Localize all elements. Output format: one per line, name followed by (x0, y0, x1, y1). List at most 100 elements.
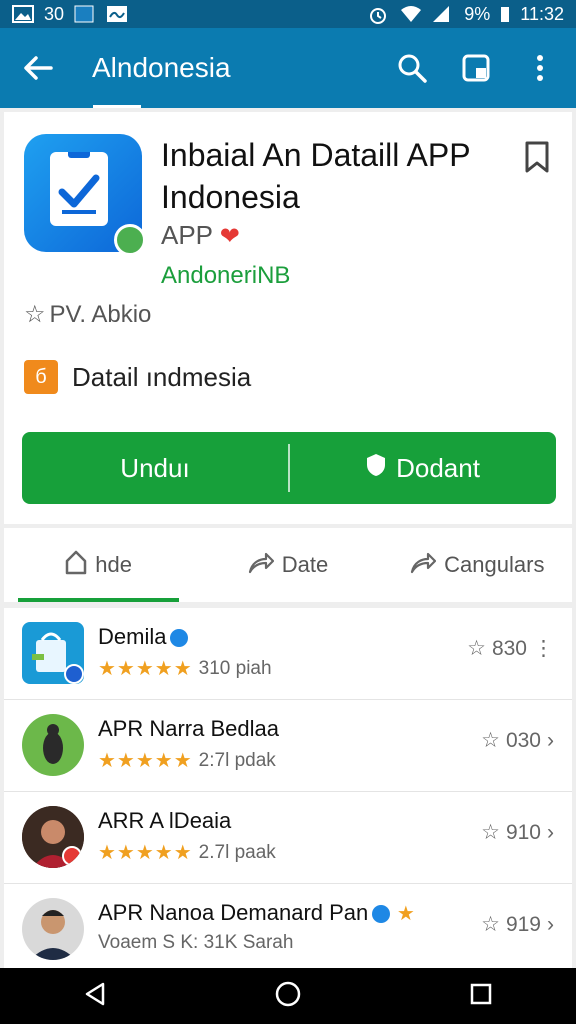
system-nav-bar (0, 968, 576, 1024)
app-type-label: APP (161, 220, 213, 250)
search-icon[interactable] (390, 46, 434, 90)
more-vert-icon[interactable]: ⋮ (533, 636, 554, 661)
list-item[interactable]: Demila ★★★★★ 310 piah ☆ 830 ⋮ (4, 608, 572, 700)
battery-icon (500, 5, 510, 23)
app-type: APP ❤ (161, 220, 240, 251)
list-item-avatar (22, 898, 84, 960)
tab-bar: hde Date Cangulars (4, 528, 572, 602)
heart-icon: ❤ (219, 223, 240, 250)
list-item-avatar (22, 714, 84, 776)
list-item-score: ☆ 919 › (481, 912, 554, 937)
folder-icon: б (24, 360, 58, 394)
tab-date-label: Date (281, 552, 329, 577)
chevron-right-icon[interactable]: › (547, 729, 554, 753)
alarm-icon (368, 5, 390, 24)
list-item-logo (22, 622, 84, 684)
detail-text: Datail ındmesia (72, 361, 252, 392)
detail-row[interactable]: б Datail ındmesia (24, 360, 251, 394)
list-item-sub: Voaem S K: 31K Sarah (98, 932, 294, 953)
battery-text: 9% (464, 3, 491, 24)
tab-home-label: hde (95, 552, 133, 577)
list-item-sub: 310 piah (198, 657, 272, 679)
list-item-score: ☆ 910 › (481, 820, 554, 845)
download-button[interactable]: Unduı (22, 432, 288, 504)
star-rating: ★★★★★ (98, 658, 193, 680)
clipboard-check-icon (50, 148, 108, 226)
developer-link[interactable]: AndoneriNB (161, 262, 290, 290)
shield-icon (366, 453, 386, 484)
list-item-avatar (22, 806, 84, 868)
score-value: 910 (505, 820, 541, 844)
title-underline (93, 105, 141, 108)
image-icon (106, 5, 128, 23)
app-header-card: Inbaial An Dataill APP Indonesia APP ❤ A… (4, 112, 572, 524)
score-value: 919 (505, 912, 541, 936)
app-name: Inbaial An Dataill APP Indonesia (161, 137, 470, 215)
home-icon (65, 549, 87, 581)
list-item[interactable]: ARR A lDeaia ★★★★★ 2.7l paak ☆ 910 › (4, 792, 572, 884)
share-screen-icon[interactable] (454, 46, 498, 90)
rating-text: PV. Abkio (49, 300, 152, 328)
list-item-name-text: APR Nanoa Demanard Pan (98, 900, 369, 925)
download-button-label: Unduı (120, 452, 190, 483)
notification-icon (74, 5, 96, 23)
app-badge-icon (114, 224, 146, 256)
signal-icon (432, 5, 454, 23)
star-outline-icon: ☆ (481, 729, 500, 752)
share-arrow-icon (410, 550, 437, 580)
star-outline-icon: ☆ (467, 637, 486, 660)
star-icon: ★ (390, 903, 416, 925)
list-item-name: ARR A lDeaia (98, 808, 232, 833)
tab-cangulars-label: Cangulars (444, 552, 545, 577)
list-item-name: APR Narra Bedlaa (98, 716, 279, 741)
list-item-score: ☆ 830 ⋮ (467, 636, 554, 661)
bookmark-icon[interactable] (522, 140, 552, 174)
star-outline-icon: ☆ (24, 301, 46, 328)
list-item-name: APR Nanoa Demanard Pan ★ (98, 900, 416, 926)
tab-cangulars[interactable]: Cangulars (383, 528, 572, 602)
list-item-meta: Voaem S K: 31K Sarah (98, 932, 293, 954)
chevron-right-icon[interactable]: › (547, 821, 554, 845)
list-item[interactable]: APR Nanoa Demanard Pan ★ Voaem S K: 31K … (4, 884, 572, 976)
list-item[interactable]: APR Narra Bedlaa ★★★★★ 2:7l pdak ☆ 030 › (4, 700, 572, 792)
nav-back-icon[interactable] (83, 981, 107, 1012)
verified-icon (372, 905, 391, 924)
list-item-sub: 2:7l pdak (198, 749, 276, 771)
app-list: Demila ★★★★★ 310 piah ☆ 830 ⋮ APR Narra Bed… (4, 608, 572, 968)
status-time: 11:32 (520, 3, 564, 24)
app-logo (24, 134, 146, 256)
verified-icon (170, 629, 189, 648)
score-value: 030 (505, 728, 541, 752)
gallery-icon (12, 5, 34, 23)
nav-recents-icon[interactable] (469, 982, 493, 1011)
score-value: 830 (491, 636, 527, 660)
list-item-meta: ★★★★★ 2.7l paak (98, 840, 276, 865)
star-rating: ★★★★★ (98, 842, 193, 864)
secondary-button-label: Dodant (396, 452, 480, 483)
secondary-action-button[interactable]: Dodant (290, 432, 556, 504)
tab-date[interactable]: Date (193, 528, 382, 602)
rating-row: ☆ PV. Abkio (24, 300, 151, 329)
star-rating: ★★★★★ (98, 750, 193, 772)
app-bar: Alndonesia (0, 28, 576, 108)
share-arrow-icon (248, 550, 274, 580)
more-options-icon[interactable] (518, 46, 562, 90)
list-item-name-text: Demila (98, 624, 167, 649)
back-arrow-icon[interactable] (0, 28, 76, 108)
list-item-meta: ★★★★★ 310 piah (98, 656, 272, 681)
nav-home-icon[interactable] (274, 980, 302, 1013)
status-left-text: 30 (44, 3, 65, 24)
list-item-meta: ★★★★★ 2:7l pdak (98, 748, 276, 773)
star-outline-icon: ☆ (481, 913, 500, 936)
action-button-bar: Unduı Dodant (22, 432, 556, 504)
status-bar: 30 9% 11:32 (0, 0, 576, 28)
tab-home[interactable]: hde (4, 528, 193, 602)
chevron-right-icon[interactable]: › (547, 913, 554, 937)
app-bar-title: Alndonesia (92, 52, 231, 83)
list-item-score: ☆ 030 › (481, 728, 554, 753)
star-outline-icon: ☆ (481, 821, 500, 844)
wifi-icon (400, 5, 422, 23)
badge-icon (64, 664, 84, 684)
badge-icon (62, 846, 82, 866)
list-item-sub: 2.7l paak (198, 841, 276, 863)
